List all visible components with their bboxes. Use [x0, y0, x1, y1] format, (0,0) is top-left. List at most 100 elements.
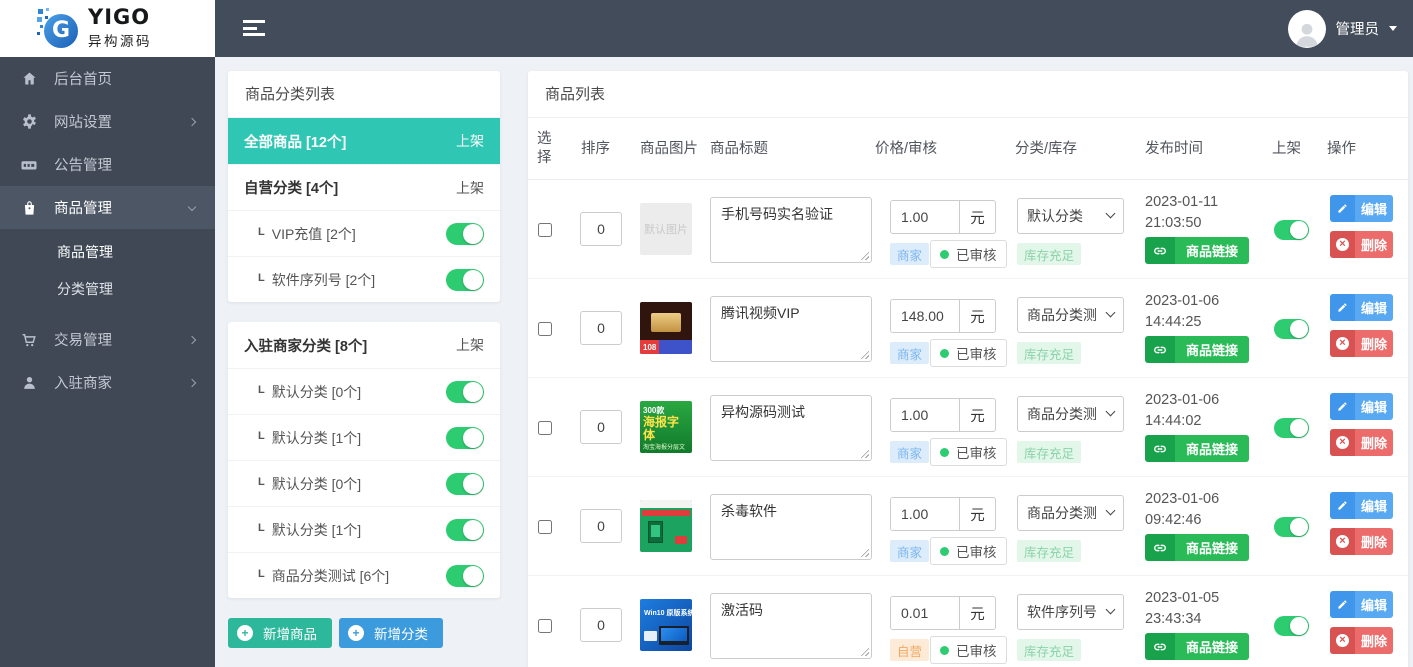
delete-button[interactable]: × 删除	[1330, 330, 1393, 357]
category-row[interactable]: 默认分类 [1个]	[228, 414, 500, 460]
category-row[interactable]: 默认分类 [0个]	[228, 460, 500, 506]
sidebar-subitem[interactable]: 分类管理	[0, 271, 215, 308]
price-field: 元	[890, 200, 996, 234]
sort-input[interactable]	[580, 212, 622, 246]
stock-badge: 库存充足	[1017, 441, 1082, 463]
column-header: 选择	[537, 131, 552, 166]
price-input[interactable]	[891, 597, 959, 629]
sidebar-subitem[interactable]: 商品管理	[0, 234, 215, 271]
category-select-wrap: 默认分类	[1017, 198, 1124, 234]
sidebar-item-bag[interactable]: 商品管理	[0, 186, 215, 229]
category-toggle[interactable]	[446, 380, 484, 403]
sidebar-item-user[interactable]: 入驻商家	[0, 361, 215, 404]
plus-icon: +	[237, 625, 253, 641]
edit-button[interactable]: 编辑	[1330, 591, 1393, 618]
edit-button[interactable]: 编辑	[1330, 294, 1393, 321]
sort-input[interactable]	[580, 608, 622, 642]
title-textarea[interactable]	[710, 296, 872, 362]
title-textarea[interactable]	[710, 593, 872, 659]
chevron-icon	[187, 335, 197, 344]
category-toggle[interactable]	[446, 268, 484, 291]
delete-button[interactable]: × 删除	[1330, 429, 1393, 456]
listed-toggle[interactable]	[1274, 616, 1309, 636]
product-link-button[interactable]: 商品链接	[1145, 336, 1250, 363]
product-panel-title: 商品列表	[528, 71, 1408, 118]
delete-button[interactable]: × 删除	[1330, 231, 1393, 258]
edit-button[interactable]: 编辑	[1330, 195, 1393, 222]
status-dot	[940, 546, 949, 556]
approved-badge: 已审核	[930, 537, 1007, 565]
category-select[interactable]: 默认分类	[1017, 198, 1124, 234]
category-row[interactable]: 全部商品 [12个] 上架	[228, 118, 500, 164]
category-row[interactable]: VIP充值 [2个]	[228, 210, 500, 256]
sidebar-submenu: 商品管理 分类管理	[0, 229, 215, 318]
listed-toggle[interactable]	[1274, 220, 1309, 240]
category-select[interactable]: 商品分类测	[1017, 396, 1124, 432]
stock-badge: 库存充足	[1017, 639, 1082, 661]
sort-input[interactable]	[580, 410, 622, 444]
title-textarea[interactable]	[710, 197, 872, 263]
sort-input[interactable]	[580, 509, 622, 543]
sidebar-item-announcement[interactable]: 公告管理	[0, 143, 215, 186]
sort-input[interactable]	[580, 311, 622, 345]
row-select-checkbox[interactable]	[538, 619, 552, 633]
price-input[interactable]	[891, 498, 959, 530]
category-toggle[interactable]	[446, 222, 484, 245]
row-select-checkbox[interactable]	[538, 322, 552, 336]
menu-toggle-icon[interactable]	[243, 20, 265, 37]
category-row[interactable]: 软件序列号 [2个]	[228, 256, 500, 302]
category-toggle[interactable]	[446, 564, 484, 587]
branch-icon	[258, 226, 265, 238]
gear-icon	[20, 113, 38, 131]
x-circle-icon: ×	[1330, 528, 1355, 555]
seller-badge: 商家	[890, 441, 930, 463]
category-row[interactable]: 自营分类 [4个] 上架	[228, 164, 500, 210]
edit-button[interactable]: 编辑	[1330, 393, 1393, 420]
listed-toggle[interactable]	[1274, 418, 1309, 438]
table-row: 300款海报字体淘宝海报分层文字 元 商家 已审核 商品分类测 库存充足 202…	[528, 378, 1408, 477]
sidebar-item-home[interactable]: 后台首页	[0, 57, 215, 100]
seller-badge: 自营	[890, 639, 930, 661]
category-row[interactable]: 商品分类测试 [6个]	[228, 552, 500, 598]
approved-badge: 已审核	[930, 240, 1007, 268]
column-header: 商品标题	[710, 140, 768, 157]
category-select[interactable]: 软件序列号	[1017, 594, 1124, 630]
listed-toggle[interactable]	[1274, 517, 1309, 537]
user-menu[interactable]: 管理员	[1287, 0, 1397, 57]
add-product-button[interactable]: + 新增商品	[228, 618, 332, 648]
category-select[interactable]: 商品分类测	[1017, 297, 1124, 333]
edit-button[interactable]: 编辑	[1330, 492, 1393, 519]
sidebar-item-cart[interactable]: 交易管理	[0, 318, 215, 361]
row-select-checkbox[interactable]	[538, 520, 552, 534]
column-header: 价格/审核	[875, 140, 938, 157]
delete-button[interactable]: × 删除	[1330, 627, 1393, 654]
product-link-button[interactable]: 商品链接	[1145, 633, 1250, 660]
listed-toggle[interactable]	[1274, 319, 1309, 339]
product-image: 默认图片	[640, 203, 692, 255]
price-input[interactable]	[891, 201, 959, 233]
category-row[interactable]: 默认分类 [1个]	[228, 506, 500, 552]
category-toggle[interactable]	[446, 518, 484, 541]
price-input[interactable]	[891, 399, 959, 431]
category-select-wrap: 软件序列号	[1017, 594, 1124, 630]
title-textarea[interactable]	[710, 395, 872, 461]
row-select-checkbox[interactable]	[538, 223, 552, 237]
category-row[interactable]: 默认分类 [0个]	[228, 368, 500, 414]
category-row[interactable]: 入驻商家分类 [8个] 上架	[228, 322, 500, 368]
product-link-button[interactable]: 商品链接	[1145, 534, 1250, 561]
sidebar-item-gear[interactable]: 网站设置	[0, 100, 215, 143]
title-field-wrap	[710, 494, 872, 560]
pencil-icon	[1330, 393, 1355, 420]
add-category-button[interactable]: + 新增分类	[339, 618, 443, 648]
category-toggle[interactable]	[446, 426, 484, 449]
category-select[interactable]: 商品分类测	[1017, 495, 1124, 531]
top-bar: G YIGO 异构源码 管理员	[0, 0, 1413, 57]
product-link-button[interactable]: 商品链接	[1145, 237, 1250, 264]
title-field-wrap	[710, 593, 872, 659]
product-link-button[interactable]: 商品链接	[1145, 435, 1250, 462]
delete-button[interactable]: × 删除	[1330, 528, 1393, 555]
category-toggle[interactable]	[446, 472, 484, 495]
row-select-checkbox[interactable]	[538, 421, 552, 435]
price-input[interactable]	[891, 300, 959, 332]
title-textarea[interactable]	[710, 494, 872, 560]
